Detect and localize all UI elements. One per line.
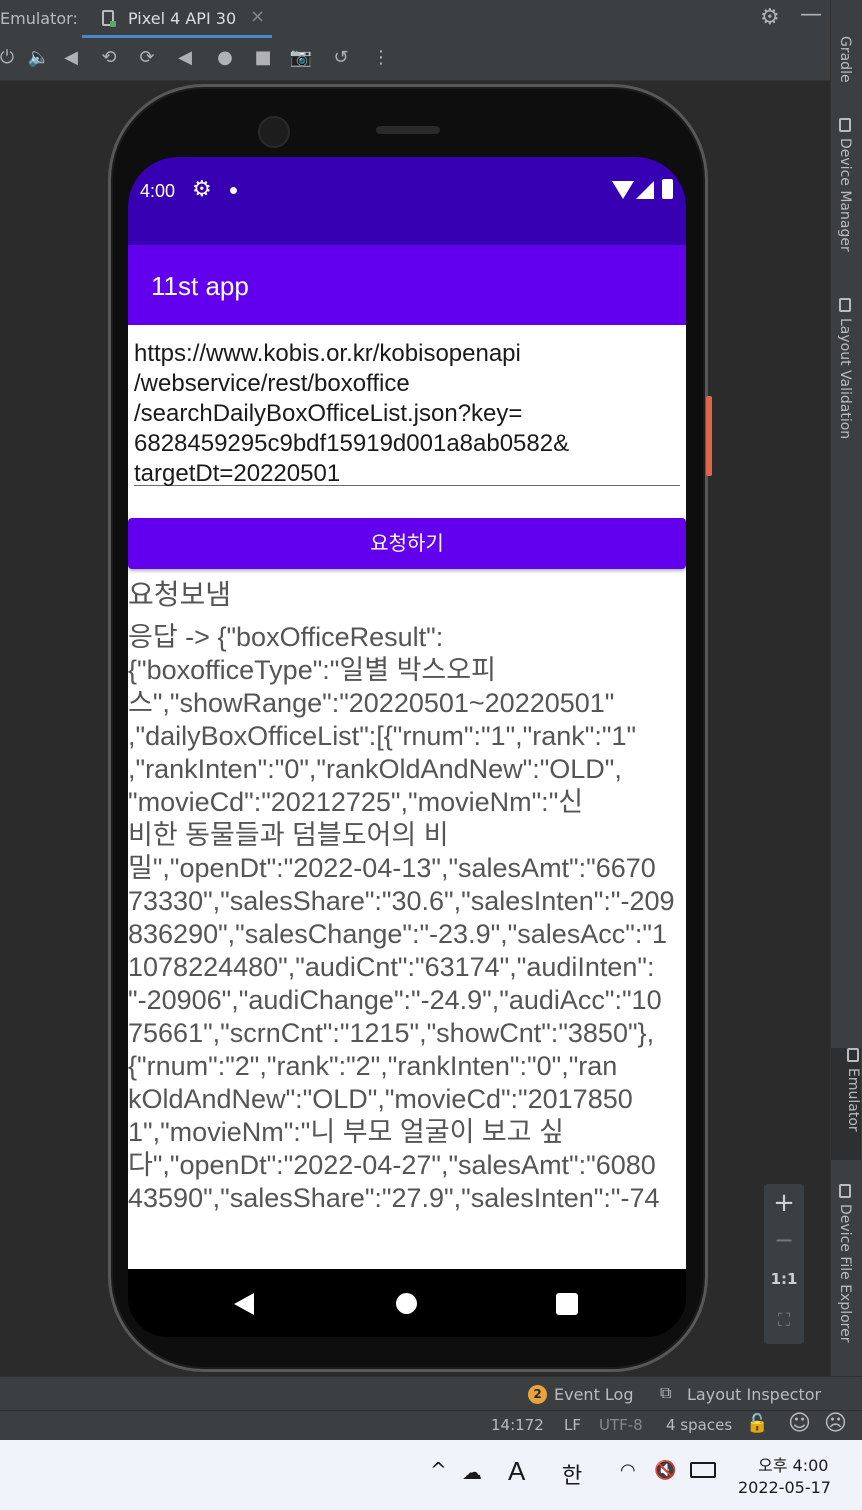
cell-signal-icon bbox=[636, 181, 654, 199]
settings-notification-icon: ⚙ bbox=[192, 177, 212, 202]
device-tab-label: Pixel 4 API 30 bbox=[128, 9, 237, 28]
emulator-toolbar: ⏻ 🔈 ◀ ⟲ ⟳ ◀ ● ■ 📷 ↺ ⋮ bbox=[0, 38, 830, 81]
notification-dot-icon bbox=[230, 187, 237, 194]
layout-inspector-tab[interactable]: Layout Inspector bbox=[687, 1385, 821, 1404]
windows-taskbar: ^ ☁ A 한 ◠ 🔇 오후 4:00 2022-05-17 bbox=[0, 1440, 862, 1510]
tool-window-bar: 2 Event Log ⧉ Layout Inspector bbox=[0, 1376, 862, 1411]
power-icon[interactable]: ⏻ bbox=[0, 45, 20, 71]
volume-down-icon[interactable]: ◀ bbox=[58, 45, 84, 71]
event-log-tab[interactable]: Event Log bbox=[554, 1385, 634, 1404]
url-input[interactable]: https://www.kobis.or.kr/kobisopenapi /we… bbox=[134, 339, 680, 487]
zoom-fit-icon[interactable]: ⛶ bbox=[764, 1310, 804, 1331]
speaker-muted-icon[interactable]: 🔇 bbox=[654, 1460, 676, 1481]
request-button[interactable]: 요청하기 bbox=[128, 518, 686, 569]
earpiece-speaker bbox=[376, 126, 440, 134]
tab-device-manager[interactable]: Device Manager bbox=[837, 118, 853, 252]
device-file-explorer-label: Device File Explorer bbox=[837, 1204, 853, 1343]
layout-validation-icon bbox=[839, 298, 851, 312]
response-text: 응답 -> {"boxOfficeResult": {"boxofficeTyp… bbox=[128, 622, 675, 1213]
zoom-actual-size-button[interactable]: 1:1 bbox=[764, 1270, 804, 1288]
zoom-controls: + − 1:1 ⛶ bbox=[764, 1184, 804, 1344]
nav-home-icon[interactable] bbox=[396, 1293, 417, 1314]
emulator-window-label: Emulator: bbox=[0, 9, 78, 28]
tab-device[interactable]: Pixel 4 API 30 × bbox=[82, 0, 272, 38]
emulator-title-bar: Emulator: Pixel 4 API 30 × ⚙ — bbox=[0, 0, 830, 38]
nav-back-icon[interactable] bbox=[234, 1293, 254, 1315]
battery-status-icon[interactable] bbox=[690, 1462, 716, 1478]
rotate-left-icon[interactable]: ⟲ bbox=[96, 45, 122, 71]
close-tab-icon[interactable]: × bbox=[250, 6, 265, 27]
app-title: 11st app bbox=[151, 271, 249, 301]
zoom-out-button[interactable]: − bbox=[764, 1226, 804, 1254]
event-log-badge: 2 bbox=[528, 1385, 547, 1404]
battery-icon bbox=[662, 179, 673, 199]
ime-indicator[interactable]: 한 bbox=[562, 1458, 582, 1490]
camera-icon[interactable]: 📷 bbox=[288, 45, 314, 71]
emulator-icon bbox=[847, 1048, 859, 1062]
app-content[interactable]: https://www.kobis.or.kr/kobisopenapi /we… bbox=[128, 325, 686, 1269]
status-time: 4:00 bbox=[140, 181, 176, 201]
onedrive-cloud-icon[interactable]: ☁ bbox=[462, 1460, 482, 1484]
nav-recents-icon[interactable] bbox=[556, 1293, 578, 1315]
minimize-icon[interactable]: — bbox=[800, 2, 822, 27]
caret-position[interactable]: 14:172 bbox=[491, 1416, 544, 1434]
ide-status-bar: 14:172 LF UTF-8 4 spaces 🔓 ☺ ☹ bbox=[0, 1410, 862, 1441]
back-icon[interactable]: ◀ bbox=[172, 45, 198, 71]
layout-inspector-icon: ⧉ bbox=[660, 1383, 672, 1402]
indent-setting[interactable]: 4 spaces bbox=[666, 1416, 732, 1434]
tab-device-file-explorer[interactable]: Device File Explorer bbox=[837, 1184, 853, 1343]
wifi-network-icon[interactable]: ◠ bbox=[620, 1460, 636, 1481]
more-options-icon[interactable]: ⋮ bbox=[368, 45, 394, 71]
line-separator[interactable]: LF bbox=[564, 1416, 581, 1434]
unlocked-icon[interactable]: 🔓 bbox=[746, 1413, 768, 1434]
device-file-explorer-icon bbox=[839, 1184, 851, 1198]
right-tool-strip: Gradle Device Manager Layout Validation … bbox=[830, 0, 862, 1376]
tab-gradle[interactable]: Gradle bbox=[837, 36, 853, 83]
file-encoding[interactable]: UTF-8 bbox=[599, 1416, 643, 1434]
phone-power-button bbox=[706, 396, 712, 476]
font-indicator[interactable]: A bbox=[508, 1456, 525, 1487]
wifi-icon bbox=[612, 181, 634, 199]
snapshot-icon[interactable]: ↺ bbox=[328, 45, 354, 71]
clock-date[interactable]: 2022-05-17 bbox=[738, 1478, 831, 1497]
settings-gear-icon[interactable]: ⚙ bbox=[760, 5, 780, 30]
phone-icon bbox=[102, 10, 116, 27]
clock-time[interactable]: 오후 4:00 bbox=[758, 1452, 828, 1476]
app-bar: 11st app bbox=[128, 245, 686, 325]
happy-face-icon[interactable]: ☺ bbox=[788, 1411, 811, 1436]
device-manager-label: Device Manager bbox=[837, 138, 853, 252]
android-nav-bar bbox=[128, 1269, 686, 1337]
emulator-label: Emulator bbox=[845, 1068, 861, 1132]
front-camera bbox=[258, 116, 290, 148]
tab-layout-validation[interactable]: Layout Validation bbox=[837, 298, 853, 439]
show-hidden-icons-icon[interactable]: ^ bbox=[430, 1458, 447, 1482]
tab-emulator[interactable]: Emulator bbox=[831, 1048, 861, 1160]
home-icon[interactable]: ● bbox=[212, 45, 238, 71]
zoom-in-button[interactable]: + bbox=[764, 1188, 804, 1218]
layout-validation-label: Layout Validation bbox=[837, 318, 853, 440]
overview-icon[interactable]: ■ bbox=[250, 45, 276, 71]
sad-face-icon[interactable]: ☹ bbox=[824, 1411, 847, 1436]
phone-screen: 4:00 ⚙ 11st app https://www.kobis.or.kr/… bbox=[128, 157, 686, 1337]
volume-up-icon[interactable]: 🔈 bbox=[26, 45, 52, 71]
rotate-right-icon[interactable]: ⟳ bbox=[134, 45, 160, 71]
device-manager-icon bbox=[839, 118, 851, 132]
android-status-bar: 4:00 ⚙ bbox=[128, 157, 686, 245]
request-sent-text: 요청보냄 bbox=[128, 579, 232, 610]
